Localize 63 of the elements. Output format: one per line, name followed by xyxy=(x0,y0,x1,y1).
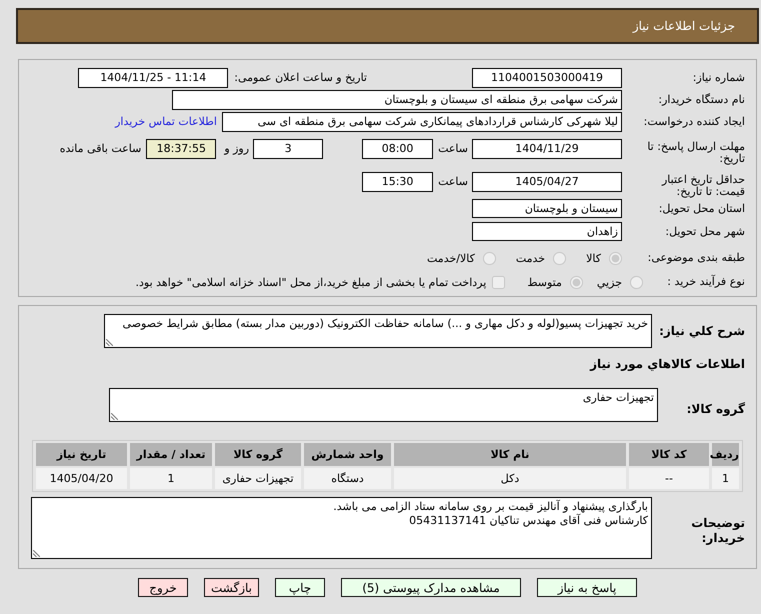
column-header: ردیف xyxy=(712,443,739,466)
need-number-field[interactable]: 1104001503000419 xyxy=(472,68,622,88)
field-label: نام دستگاه خریدار: xyxy=(657,92,745,107)
column-header: کد کالا xyxy=(629,443,709,466)
buyer-contact-link[interactable]: اطلاعات تماس خریدار xyxy=(115,112,217,132)
field-label: توضیحات خریدار: xyxy=(690,515,745,546)
city-field[interactable]: زاهدان xyxy=(472,222,622,241)
field-label: تاریخ و ساعت اعلان عمومی: xyxy=(234,70,367,85)
deadline-date-field[interactable]: 1404/11/29 xyxy=(472,139,622,159)
field-label: ساعت xyxy=(438,174,468,189)
buyer-name-field[interactable]: شرکت سهامی برق منطقه ای سیستان و بلوچستان xyxy=(172,90,622,110)
field-label: استان محل تحویل: xyxy=(658,201,745,216)
field-label: مهلت ارسال پاسخ: تا تاریخ: xyxy=(646,139,745,165)
description-field[interactable]: خرید تجهیزات پسیو(لوله و دکل مهاری و ...) سامانه حفاظت الکترونیک (دوربین مدار بسته) مطابق شرایط خصوصی xyxy=(104,314,652,348)
field-label: نوع فرآیند خرید : xyxy=(666,275,745,289)
validity-time-field[interactable]: 15:30 xyxy=(362,172,434,192)
validity-date-field[interactable]: 1405/04/27 xyxy=(472,172,622,192)
requester-field[interactable]: لیلا شهرکی کارشناس قراردادهای پیمانکاری شرکت سهامی برق منطقه ای سی xyxy=(222,112,622,132)
column-header: تاریخ نیاز xyxy=(36,443,127,466)
radio-label: کالا/خدمت xyxy=(427,252,475,264)
field-label: روز و xyxy=(224,141,250,156)
section-title: اطلاعات کالاهاي مورد نیاز xyxy=(588,357,745,371)
table-cell: 1 xyxy=(712,468,739,489)
exit-button[interactable]: خروج xyxy=(138,578,188,597)
action-button[interactable]: مشاهده مدارک پیوستی (5) xyxy=(341,578,521,597)
buyer-notes-field[interactable]: بارگذاری پیشنهاد و آنالیز قیمت بر روی سامانه ستاد الزامی می باشد. کارشناس فنی آقای مهندس تناکیان 05431137141 xyxy=(31,497,652,559)
field-label: ساعت xyxy=(438,141,468,156)
field-label: طبقه بندی موضوعی: xyxy=(646,251,745,265)
action-button[interactable]: پاسخ به نیاز xyxy=(537,578,637,597)
field-label: حداقل تاریخ اعتبار قیمت: تا تاریخ: xyxy=(660,172,745,198)
radio-label: کالا xyxy=(586,252,601,264)
field-label: شرح کلي نیاز: xyxy=(659,324,745,338)
field-label: ایجاد کننده درخواست: xyxy=(642,114,745,129)
resize-grip-icon[interactable] xyxy=(111,413,118,420)
table-cell: تجهیزات حفاری xyxy=(215,468,301,489)
table-cell: دستگاه xyxy=(304,468,391,489)
page-title: جزئیات اطلاعات نیاز xyxy=(632,19,735,33)
column-header: نام کالا xyxy=(394,443,626,466)
table-cell: -- xyxy=(629,468,709,489)
remaining-days-field[interactable]: 3 xyxy=(253,139,324,159)
table-cell: 1405/04/20 xyxy=(36,468,127,489)
column-header: گروه کالا xyxy=(215,443,301,466)
table-cell: دکل xyxy=(394,468,626,489)
table-cell: 1 xyxy=(130,468,212,489)
radio-label: متوسط xyxy=(527,276,562,288)
field-label: ساعت باقی مانده xyxy=(60,141,142,156)
radio-label: خدمت xyxy=(516,252,546,264)
column-header: واحد شمارش xyxy=(304,443,391,466)
column-header: تعداد / مقدار xyxy=(130,443,212,466)
checkbox-label: پرداخت تمام یا بخشی از مبلغ خرید،از محل "اسناد خزانه اسلامی" خواهد بود. xyxy=(136,276,486,288)
resize-grip-icon[interactable] xyxy=(106,339,114,346)
province-field[interactable]: سیستان و بلوچستان xyxy=(472,199,622,218)
field-label: شماره نیاز: xyxy=(692,70,745,85)
action-button[interactable]: چاپ xyxy=(275,578,325,597)
remaining-time-field[interactable]: 18:37:55 xyxy=(146,139,216,159)
announcement-date-field[interactable]: 1404/11/25 - 11:14 xyxy=(78,68,228,88)
field-label: شهر محل تحویل: xyxy=(664,224,745,239)
resize-grip-icon[interactable] xyxy=(33,550,40,557)
radio-label: جزیي xyxy=(596,276,622,288)
deadline-time-field[interactable]: 08:00 xyxy=(362,139,434,159)
exit-button[interactable]: بازگشت xyxy=(204,578,259,597)
goods-group-field[interactable]: تجهیزات حفاری xyxy=(109,388,658,422)
field-label: گروه کالا: xyxy=(686,400,745,416)
